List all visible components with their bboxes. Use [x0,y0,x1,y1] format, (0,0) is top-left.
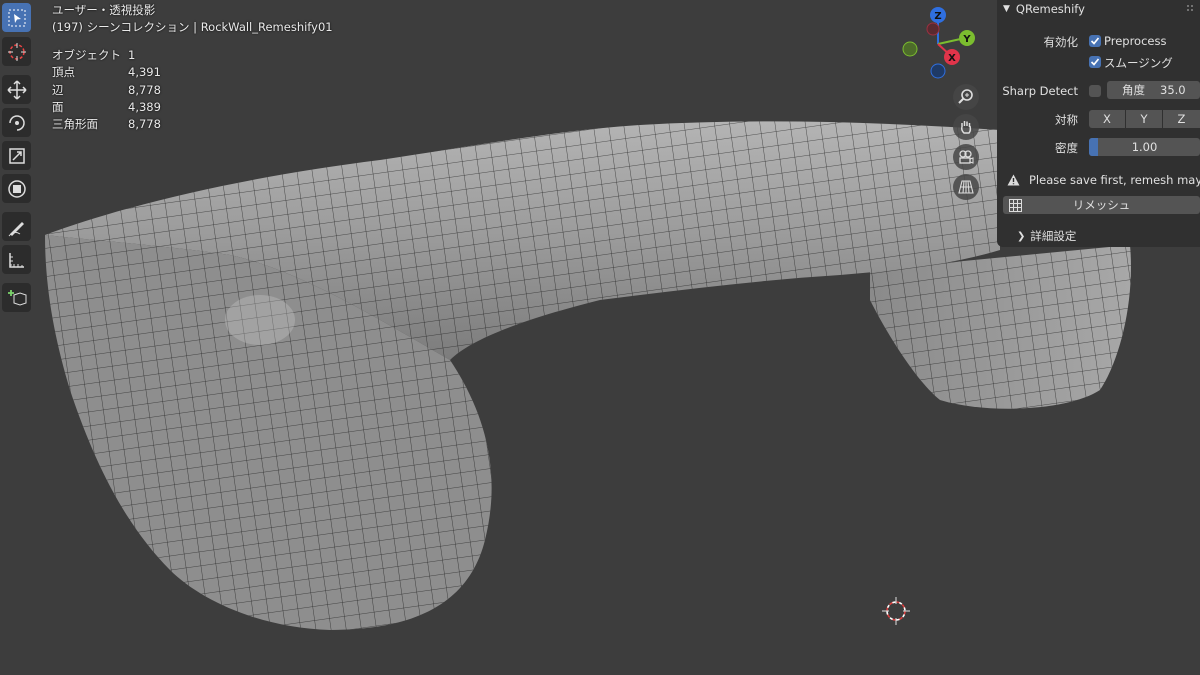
select-box-icon [8,9,25,26]
density-value: 1.00 [1131,140,1158,154]
select-box-tool[interactable] [2,3,31,32]
stat-value: 8,778 [128,117,161,132]
panel-title: QRemeshify [1015,2,1085,16]
checkmark-icon [1090,37,1100,45]
stat-label: オブジェクト [52,48,121,62]
remesh-button[interactable]: リメッシュ [1003,196,1200,214]
pan-hand-icon [961,121,972,134]
angle-field[interactable]: 角度 35.0 [1107,81,1200,99]
symmetry-z-label: Z [1177,112,1186,126]
symmetry-y-label: Y [1140,112,1148,126]
measure-icon [8,252,24,268]
remesh-label: リメッシュ [1072,198,1131,212]
panel-header[interactable]: ▼ QRemeshify [1003,0,1085,18]
svg-text:Z: Z [934,11,941,22]
symmetry-z-toggle[interactable]: Z [1163,110,1200,128]
density-label: 密度 [1055,141,1078,155]
move-icon [6,79,27,100]
scale-tool[interactable] [2,141,31,170]
drag-handle-icon[interactable] [1186,4,1196,14]
angle-value: 35.0 [1160,83,1186,97]
move-tool[interactable] [2,75,31,104]
svg-text:Y: Y [962,34,971,45]
rotate-icon [8,114,25,131]
density-slider[interactable]: 1.00 [1089,138,1200,156]
cursor-icon [7,42,26,61]
add-cube-icon [7,289,26,306]
stat-row: オブジェクト 1 [52,47,161,64]
z-axis-icon[interactable]: Z [930,7,946,23]
add-cube-tool[interactable] [2,283,31,312]
cursor-tool[interactable] [2,37,31,66]
angle-label: 角度 [1122,83,1145,97]
smoothing-label[interactable]: スムージング [1104,55,1173,71]
symmetry-x-toggle[interactable]: X [1089,110,1125,128]
sharp-detect-label: Sharp Detect [1002,84,1078,98]
collection-line: (197) シーンコレクション | RockWall_Remeshify01 [52,20,333,34]
checkmark-icon [1090,58,1100,66]
stat-row: 面 4,389 [52,99,161,116]
neg-z-axis-icon[interactable] [930,63,946,79]
camera-icon [959,150,974,164]
measure-tool[interactable] [2,245,31,274]
qremeshify-panel: ▼ QRemeshify 有効化 Preprocess スムージング Sharp… [997,0,1200,247]
viewport-info: ユーザー・透視投影 (197) シーンコレクション | RockWall_Rem… [52,2,333,36]
neg-x-axis-icon[interactable] [926,22,940,36]
save-warning: Please save first, remesh may b... [1007,173,1200,187]
stat-value: 4,389 [128,99,161,114]
sharp-detect-checkbox[interactable] [1089,85,1101,97]
annotate-icon [8,221,24,236]
symmetry-label: 対称 [1055,113,1078,127]
stat-label: 面 [52,99,64,114]
enable-label: 有効化 [1043,35,1079,49]
y-axis-icon[interactable]: Y [959,30,975,46]
camera-button[interactable] [953,144,979,170]
stat-row: 頂点 4,391 [52,64,161,81]
transform-icon [7,179,26,198]
perspective-grid-icon [958,180,974,194]
preprocess-label[interactable]: Preprocess [1104,34,1166,48]
navigation-gizmo[interactable]: Z Y X [895,4,985,84]
svg-text:X: X [948,53,956,64]
stat-label: 三角形面 [52,117,98,132]
smoothing-checkbox[interactable] [1089,56,1101,68]
view-name: ユーザー・透視投影 [52,3,156,17]
transform-tool[interactable] [2,174,31,203]
rotate-tool[interactable] [2,108,31,137]
preprocess-checkbox[interactable] [1089,35,1101,47]
stat-row: 三角形面 8,778 [52,116,161,133]
stat-label: 辺 [52,82,64,97]
stat-value: 1 [128,48,136,62]
zoom-button[interactable] [953,84,979,110]
annotate-tool[interactable] [2,212,31,241]
pan-button[interactable] [953,114,979,140]
perspective-button[interactable] [953,174,979,200]
stat-value: 8,778 [128,82,161,97]
neg-y-axis-icon[interactable] [902,41,918,57]
advanced-settings-toggle[interactable]: ❯ 詳細設定 [1017,228,1076,244]
chevron-down-icon: ▼ [1003,4,1010,14]
warning-text: Please save first, remesh may b... [1029,173,1200,187]
warning-icon [1007,174,1020,186]
scene-statistics: オブジェクト 1 頂点 4,391 辺 8,778 面 4,389 三角形面 8,778 [52,47,161,133]
stat-row: 辺 8,778 [52,82,161,99]
x-axis-icon[interactable]: X [944,49,960,65]
3d-cursor-icon[interactable] [882,597,910,625]
symmetry-x-label: X [1103,112,1111,126]
stat-value: 4,391 [128,65,161,80]
stat-label: 頂点 [52,65,75,80]
scale-icon [8,147,25,164]
symmetry-y-toggle[interactable]: Y [1126,110,1162,128]
zoom-icon [958,89,973,104]
advanced-label: 詳細設定 [1030,229,1077,243]
chevron-right-icon: ❯ [1017,230,1026,242]
